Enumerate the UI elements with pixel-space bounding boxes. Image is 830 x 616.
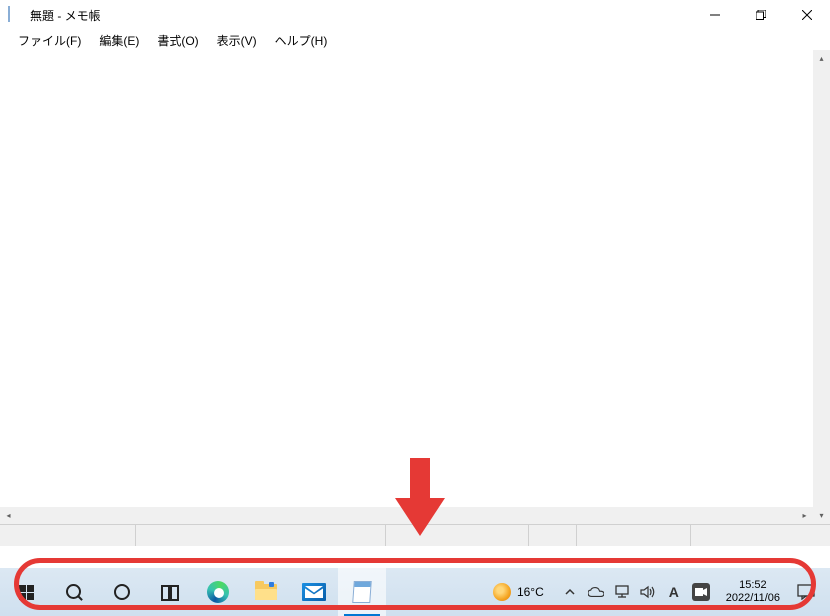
- weather-icon: [493, 583, 511, 601]
- onedrive-tray[interactable]: [588, 584, 604, 600]
- weather-temp: 16°C: [517, 585, 544, 599]
- clock-date: 2022/11/06: [726, 592, 780, 605]
- menu-view[interactable]: 表示(V): [209, 30, 265, 51]
- maximize-button[interactable]: [738, 0, 784, 30]
- clock-time: 15:52: [739, 579, 767, 592]
- edge-icon: [207, 581, 229, 603]
- volume-icon: [640, 585, 656, 599]
- system-tray: A: [554, 583, 718, 601]
- cortana-button[interactable]: [98, 568, 146, 616]
- weather-widget[interactable]: 16°C: [483, 583, 554, 601]
- taskbar-edge[interactable]: [194, 568, 242, 616]
- title-bar: 無題 - メモ帳: [0, 0, 830, 30]
- window-title: 無題 - メモ帳: [30, 7, 101, 24]
- minimize-icon: [710, 10, 720, 20]
- taskbar-mail[interactable]: [290, 568, 338, 616]
- scroll-right-arrow-icon[interactable]: ▸: [796, 507, 813, 524]
- start-button[interactable]: [2, 568, 50, 616]
- cortana-icon: [114, 584, 130, 600]
- meet-now-button[interactable]: [692, 583, 710, 601]
- scroll-left-arrow-icon[interactable]: ◂: [0, 507, 17, 524]
- text-editor-area[interactable]: ▴ ▾ ◂ ▸: [0, 50, 830, 524]
- tray-overflow-button[interactable]: [562, 584, 578, 600]
- menu-edit[interactable]: 編集(E): [91, 30, 147, 51]
- close-button[interactable]: [784, 0, 830, 30]
- minimize-button[interactable]: [692, 0, 738, 30]
- search-icon: [66, 584, 82, 600]
- start-icon: [19, 585, 34, 600]
- annotation-arrow-icon: [395, 458, 445, 538]
- search-button[interactable]: [50, 568, 98, 616]
- scroll-down-arrow-icon[interactable]: ▾: [813, 507, 830, 524]
- onedrive-icon: [588, 586, 604, 598]
- taskbar-file-explorer[interactable]: [242, 568, 290, 616]
- taskbar-left: [2, 568, 386, 616]
- chevron-up-icon: [564, 586, 576, 598]
- menu-help[interactable]: ヘルプ(H): [267, 30, 336, 51]
- clock-button[interactable]: 15:52 2022/11/06: [718, 579, 788, 605]
- action-center-icon: [797, 584, 815, 600]
- volume-tray[interactable]: [640, 584, 656, 600]
- taskbar-right: 16°C A: [483, 568, 824, 616]
- file-explorer-icon: [255, 584, 277, 600]
- menu-file[interactable]: ファイル(F): [10, 30, 89, 51]
- window-controls: [692, 0, 830, 30]
- taskbar: 16°C A: [0, 568, 830, 616]
- task-view-button[interactable]: [146, 568, 194, 616]
- scroll-up-arrow-icon[interactable]: ▴: [813, 50, 830, 67]
- action-center-button[interactable]: [788, 568, 824, 616]
- notepad-icon: [352, 581, 372, 603]
- vertical-scrollbar[interactable]: ▴ ▾: [813, 50, 830, 524]
- notepad-app-icon: [8, 7, 24, 23]
- task-view-icon: [161, 585, 179, 599]
- menu-bar: ファイル(F) 編集(E) 書式(O) 表示(V) ヘルプ(H): [0, 30, 830, 50]
- mail-icon: [302, 583, 326, 601]
- maximize-restore-icon: [756, 10, 766, 20]
- ime-mode-button[interactable]: A: [666, 584, 682, 600]
- taskbar-notepad[interactable]: [338, 568, 386, 616]
- network-tray[interactable]: [614, 584, 630, 600]
- menu-format[interactable]: 書式(O): [149, 30, 206, 51]
- close-icon: [802, 10, 812, 20]
- meet-now-icon: [695, 587, 707, 597]
- network-icon: [614, 585, 630, 599]
